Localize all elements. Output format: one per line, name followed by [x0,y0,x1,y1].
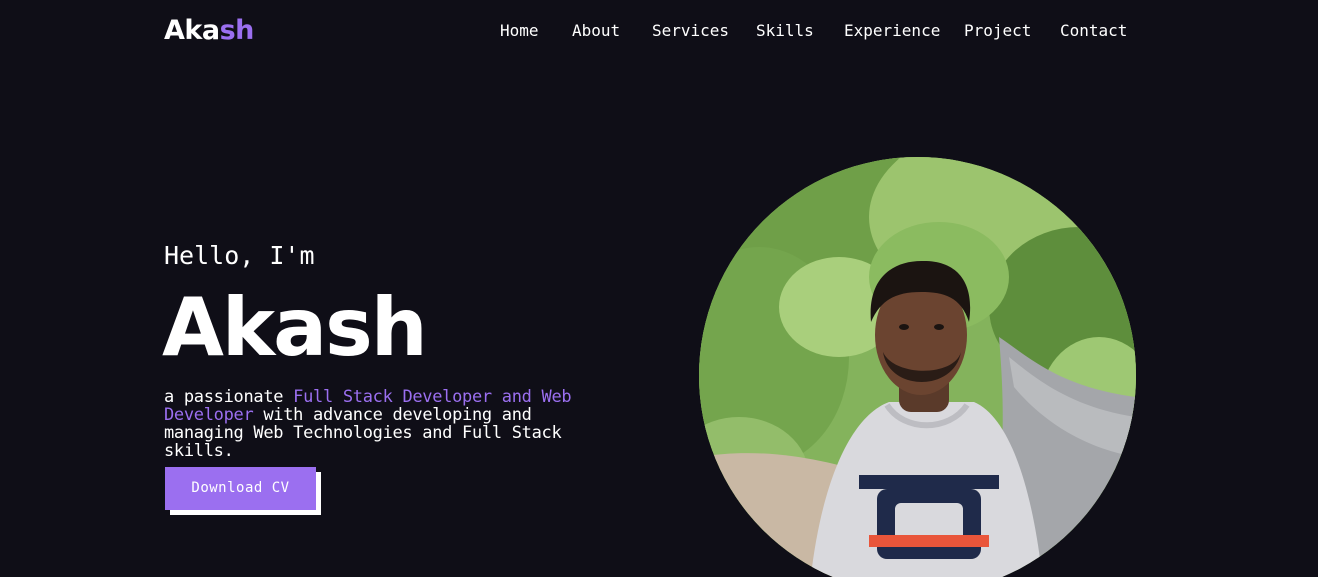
nav-experience-link[interactable]: Experience [844,20,940,42]
nav-contact-link[interactable]: Contact [1060,20,1127,42]
nav-about-link[interactable]: About [572,20,620,42]
tagline-prefix: a passionate [164,387,294,407]
nav-project-link[interactable]: Project [964,20,1031,42]
page: Akash Home About Services Skills Experie… [0,0,1318,577]
nav-home-link[interactable]: Home [500,20,539,42]
nav-skills-link[interactable]: Skills [756,20,814,42]
hero-tagline: a passionate Full Stack Developer and We… [164,388,594,460]
hero-name: Akash [162,281,428,374]
profile-photo-illustration [699,157,1136,577]
download-cv-button[interactable]: Download CV [165,467,316,510]
hero-greeting: Hello, I'm [164,241,315,270]
nav-services-link[interactable]: Services [652,20,729,42]
profile-photo [699,157,1136,577]
main-nav: Home About Services Skills Experience Pr… [0,20,1318,44]
download-cv-wrapper: Download CV [165,467,321,515]
